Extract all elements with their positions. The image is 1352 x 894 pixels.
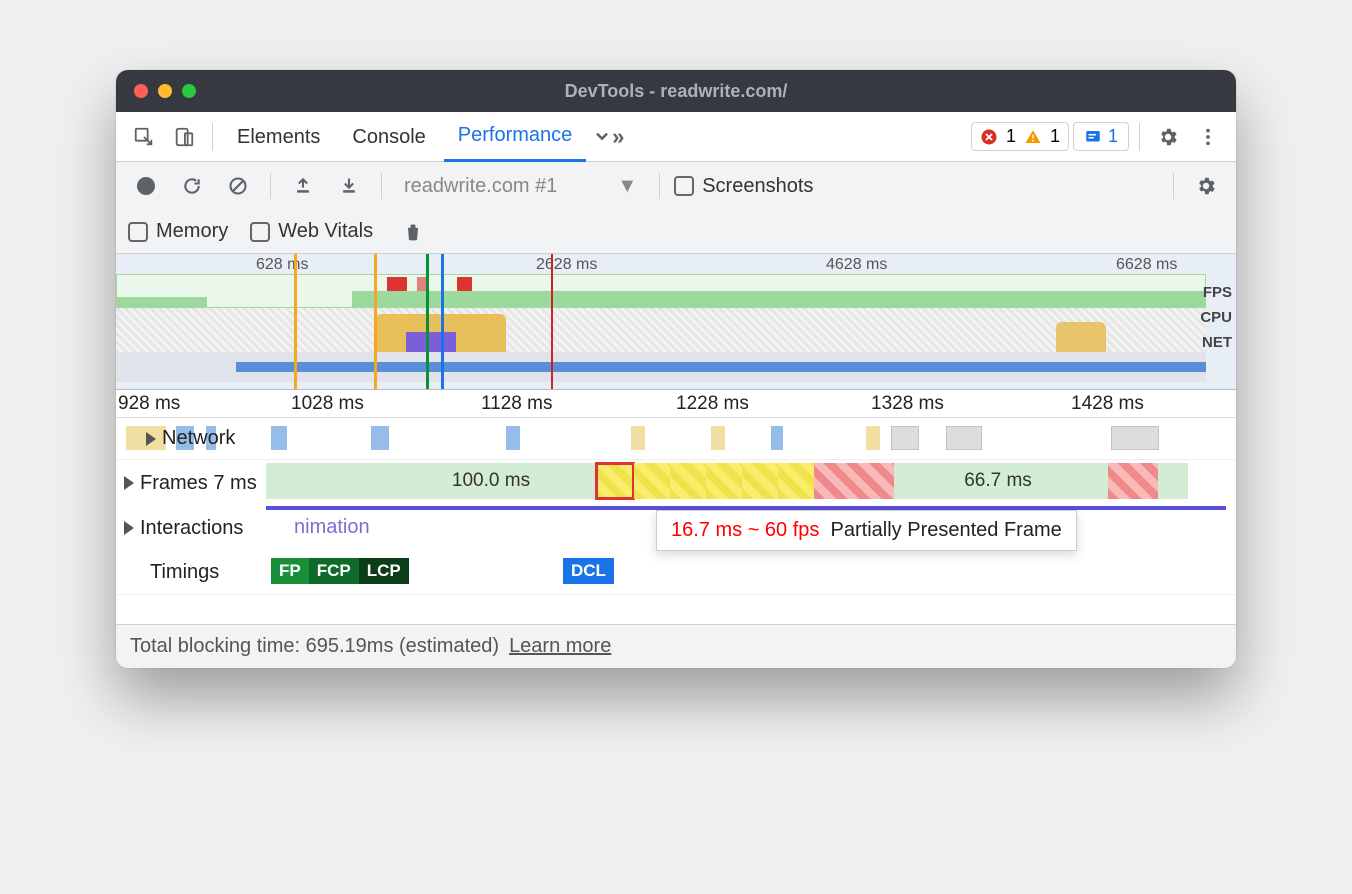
dcl-badge[interactable]: DCL	[563, 558, 614, 584]
timings-row[interactable]: Timings FPFCPLCP DCL	[116, 550, 1236, 594]
fp-badge[interactable]: FP	[271, 558, 309, 584]
dcl-marker	[441, 254, 444, 389]
interactions-row[interactable]: Interactions nimation 16.7 ms ~ 60 fps P…	[116, 506, 1236, 550]
fps-label: FPS	[1200, 284, 1232, 301]
panel-tabstrip: Elements Console Performance » 1 1 1	[116, 112, 1236, 162]
memory-label: Memory	[156, 220, 228, 243]
issues-count: 1	[1108, 126, 1118, 147]
learn-more-link[interactable]: Learn more	[509, 635, 611, 658]
titlebar: DevTools - readwrite.com/	[116, 70, 1236, 112]
profile-selector[interactable]: readwrite.com #1 ▼	[396, 175, 645, 198]
window-title: DevTools - readwrite.com/	[116, 81, 1236, 102]
tab-elements[interactable]: Elements	[223, 112, 334, 162]
performance-toolbar: readwrite.com #1 ▼ Screenshots	[116, 162, 1236, 210]
dropdown-triangle-icon: ▼	[617, 175, 637, 198]
warning-count: 1	[1050, 126, 1060, 147]
expand-icon[interactable]	[124, 476, 134, 490]
kebab-menu-icon[interactable]	[1190, 119, 1226, 155]
overview-ticks: 628 ms 2628 ms 4628 ms 6628 ms	[116, 256, 1236, 274]
timeline-ruler[interactable]: 928 ms 1028 ms 1128 ms 1228 ms 1328 ms 1…	[116, 390, 1236, 418]
network-lane	[116, 418, 1236, 459]
net-label: NET	[1200, 334, 1232, 351]
memory-checkbox[interactable]: Memory	[128, 220, 228, 243]
web-vitals-checkbox[interactable]: Web Vitals	[250, 220, 373, 243]
record-button[interactable]	[128, 168, 164, 204]
selected-frame[interactable]	[596, 463, 634, 499]
overview-selection-start[interactable]	[294, 254, 297, 389]
frame-tooltip: 16.7 ms ~ 60 fps Partially Presented Fra…	[656, 510, 1077, 551]
error-count: 1	[1006, 126, 1016, 147]
reload-record-button[interactable]	[174, 168, 210, 204]
network-row[interactable]: Network	[116, 418, 1236, 460]
inspect-element-icon[interactable]	[126, 119, 162, 155]
web-vitals-label: Web Vitals	[278, 220, 373, 243]
expand-icon[interactable]	[146, 432, 156, 446]
expand-icon[interactable]	[124, 521, 134, 535]
device-mode-icon[interactable]	[166, 119, 202, 155]
overview-selection-end[interactable]	[374, 254, 377, 389]
load-marker	[551, 254, 553, 389]
summary-footer: Total blocking time: 695.19ms (estimated…	[116, 624, 1236, 668]
overview-strip[interactable]: 628 ms 2628 ms 4628 ms 6628 ms FPS CPU N…	[116, 254, 1236, 390]
clear-button[interactable]	[220, 168, 256, 204]
load-profile-icon[interactable]	[285, 168, 321, 204]
tab-performance[interactable]: Performance	[444, 112, 587, 162]
screenshots-label: Screenshots	[702, 175, 813, 198]
garbage-collect-icon[interactable]	[395, 214, 431, 250]
settings-icon[interactable]	[1150, 119, 1186, 155]
more-tabs-icon[interactable]: »	[590, 119, 626, 155]
performance-toolbar-row2: Memory Web Vitals	[116, 210, 1236, 254]
devtools-window: DevTools - readwrite.com/ Elements Conso…	[116, 70, 1236, 668]
overview-cpu-lane	[116, 308, 1206, 352]
fcp-marker	[426, 254, 429, 389]
animation-label: nimation	[294, 516, 370, 539]
save-profile-icon[interactable]	[331, 168, 367, 204]
total-blocking-time: Total blocking time: 695.19ms (estimated…	[130, 635, 499, 658]
overview-net-lane	[116, 352, 1206, 382]
tab-console[interactable]: Console	[338, 112, 439, 162]
console-status-badge[interactable]: 1 1	[971, 122, 1069, 151]
tooltip-desc: Partially Presented Frame	[831, 519, 1062, 541]
screenshots-checkbox[interactable]: Screenshots	[674, 175, 813, 198]
overview-fps-lane	[116, 274, 1206, 308]
profile-name: readwrite.com #1	[404, 175, 557, 198]
lcp-badge[interactable]: LCP	[359, 558, 409, 584]
fcp-badge[interactable]: FCP	[309, 558, 359, 584]
capture-settings-icon[interactable]	[1188, 168, 1224, 204]
issues-badge[interactable]: 1	[1073, 122, 1129, 151]
frames-row[interactable]: Frames 7 ms 100.0 ms 66.7 ms	[116, 460, 1236, 506]
frames-lane: 100.0 ms 66.7 ms	[266, 463, 1226, 499]
tooltip-timing: 16.7 ms ~ 60 fps	[671, 519, 819, 541]
cpu-label: CPU	[1200, 309, 1232, 326]
